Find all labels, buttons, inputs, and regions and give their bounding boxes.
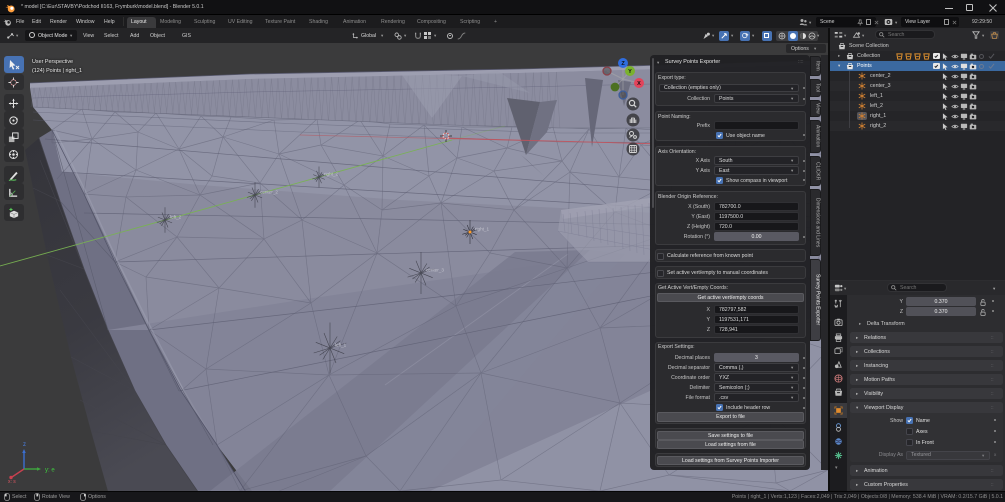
svg-text:left_2: left_2 <box>170 215 182 220</box>
svg-text:left_1: left_1 <box>335 343 347 348</box>
svg-text:y: e: y: e <box>45 468 55 474</box>
svg-text:z: z <box>23 442 26 448</box>
svg-text:Y: Y <box>628 69 632 75</box>
svg-text:x: s: x: s <box>8 479 16 484</box>
svg-text:X: X <box>637 81 641 87</box>
svg-text:center_2: center_2 <box>260 190 278 195</box>
svg-text:center_3: center_3 <box>426 268 444 273</box>
svg-text:right_1: right_1 <box>475 227 489 232</box>
svg-text:right_2: right_2 <box>324 172 338 177</box>
